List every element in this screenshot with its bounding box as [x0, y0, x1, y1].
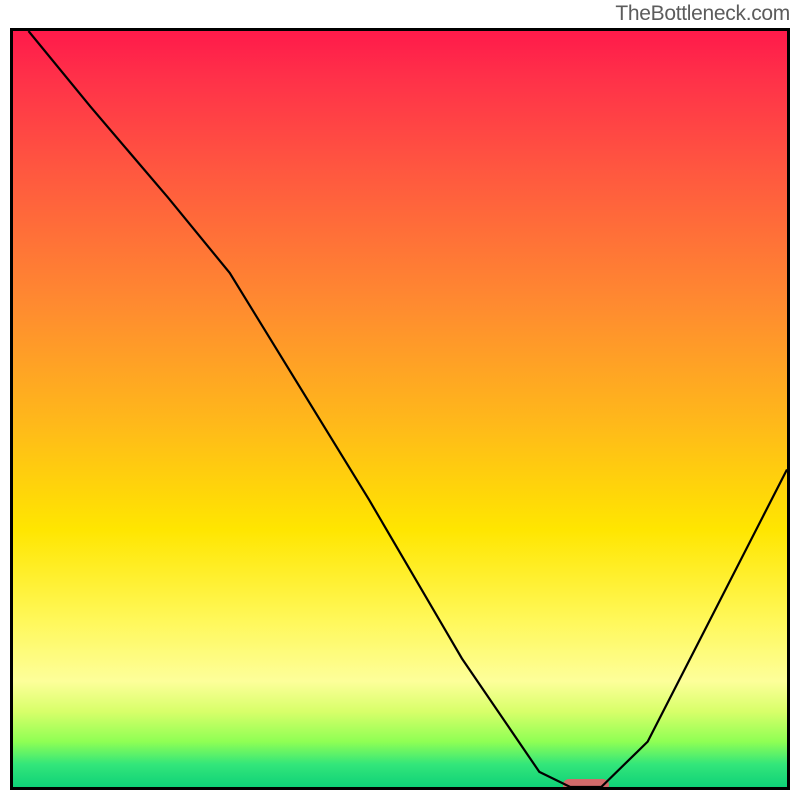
bottleneck-chart: TheBottleneck.com: [0, 0, 800, 800]
curve-layer: [13, 31, 787, 787]
bottleneck-curve-path: [28, 31, 787, 787]
watermark-text: TheBottleneck.com: [615, 2, 790, 26]
plot-area: [10, 28, 790, 790]
